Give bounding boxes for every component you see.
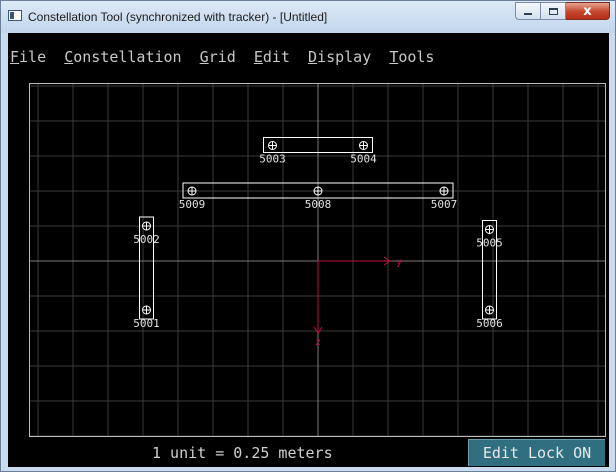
menu-edit[interactable]: Edit [254,44,290,70]
caption-buttons: x [515,2,610,21]
constellation-view[interactable]: 5001 5002 5003 5004 5005 5006 5007 5008 5009 y z [30,84,605,436]
marker-label: 5004 [350,153,377,166]
menu-accelerator: D [308,48,318,66]
menu-label: onstellation [73,48,182,66]
maximize-button[interactable] [541,2,566,20]
title-bar[interactable]: Constellation Tool (synchronized with tr… [1,1,615,33]
marker-link-box [482,220,497,320]
z-axis-label: z [315,337,321,348]
menu-accelerator: E [253,48,263,66]
minimize-button[interactable] [515,2,541,20]
marker-label: 5002 [133,233,160,246]
menu-accelerator: C [64,48,74,66]
close-icon: x [583,3,592,19]
menu-spacer [371,44,389,70]
constellation-canvas[interactable]: 5001 5002 5003 5004 5005 5006 5007 5008 5009 y z [29,83,606,437]
menu-spacer [236,44,254,70]
menu-accelerator: F [10,48,20,66]
menu-label: isplay [317,48,372,66]
menu-bar: File Constellation Grid Edit Display Too… [10,44,434,70]
marker-label: 5001 [133,317,160,330]
marker-label: 5007 [431,198,458,211]
menu-display[interactable]: Display [308,44,371,70]
app-icon[interactable] [8,10,22,21]
marker-label: 5008 [305,198,332,211]
marker-label: 5006 [476,317,503,330]
menu-grid[interactable]: Grid [200,44,236,70]
menu-label: rid [208,48,236,66]
marker-label: 5009 [179,198,206,211]
menu-label: dit [262,48,290,66]
marker-label: 5005 [476,237,503,250]
y-axis-label: y [396,257,402,268]
close-button[interactable]: x [566,2,610,20]
menu-file[interactable]: File [10,44,46,70]
menu-label: ile [19,48,47,66]
marker-label: 5003 [259,153,286,166]
menu-tools[interactable]: Tools [389,44,434,70]
minimize-icon [524,13,532,15]
menu-constellation[interactable]: Constellation [64,44,181,70]
scale-indicator: 1 unit = 0.25 meters [152,444,333,462]
window-title: Constellation Tool (synchronized with tr… [28,10,328,24]
menu-spacer [182,44,200,70]
menu-accelerator: G [199,48,209,66]
menu-label: ools [398,48,435,66]
edit-lock-button[interactable]: Edit Lock ON [468,439,605,466]
maximize-icon [548,7,558,15]
menu-accelerator: T [389,48,399,66]
menu-spacer [46,44,64,70]
menu-spacer [290,44,308,70]
